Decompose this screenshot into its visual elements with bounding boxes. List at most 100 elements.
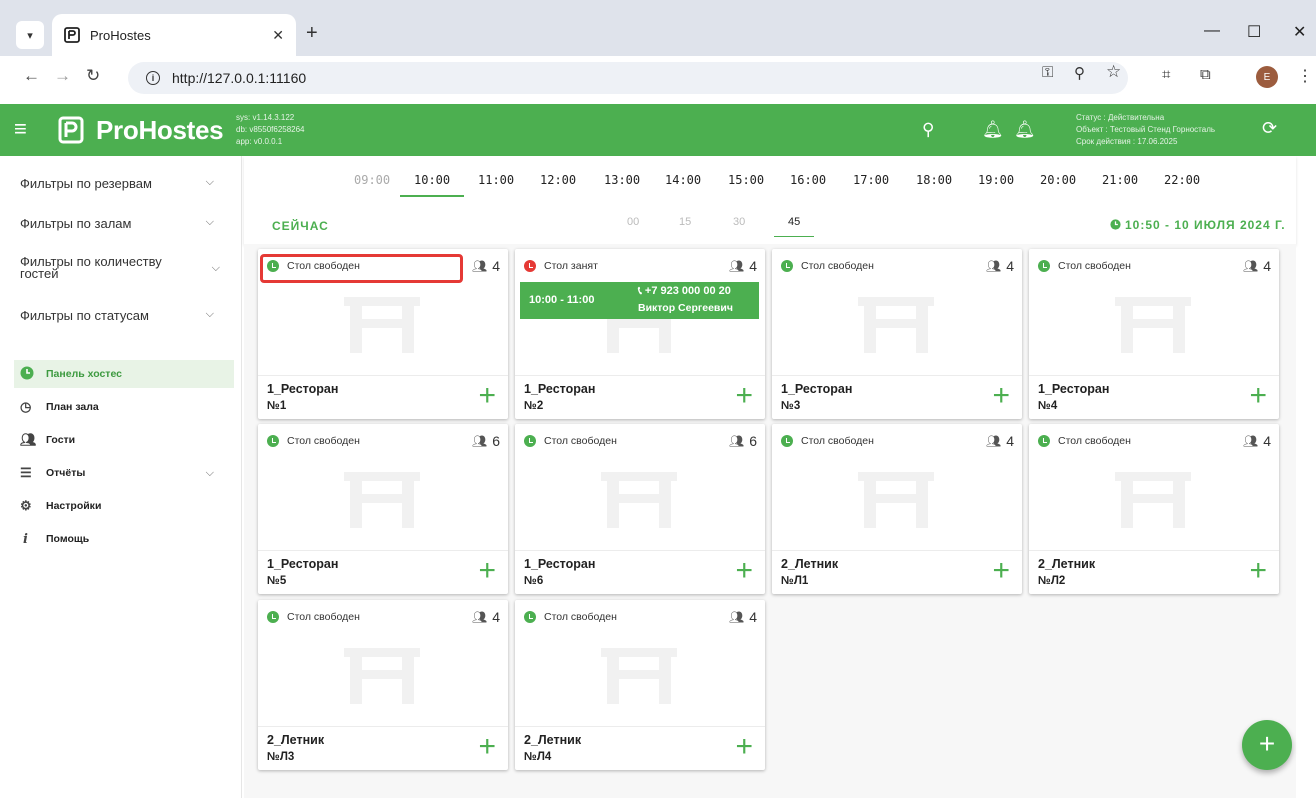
hour-tab[interactable]: 22:00 (1164, 173, 1200, 187)
hour-tab[interactable]: 13:00 (604, 173, 640, 187)
sidebar-item-floor-plan[interactable]: ◷ План зала (20, 393, 234, 421)
bell-icon[interactable]: 🔔︎ (1014, 120, 1036, 140)
hour-tab[interactable]: 10:00 (400, 173, 465, 197)
maximize-icon[interactable]: ☐ (1247, 22, 1261, 42)
search-icon[interactable]: ⚲ (922, 120, 934, 140)
guest-capacity: 👥︎ 4 (986, 433, 1014, 449)
add-reservation-button[interactable]: + (992, 381, 1010, 411)
tab-search-chevron-icon[interactable]: ▾ (16, 21, 44, 49)
add-reservation-button[interactable]: + (992, 556, 1010, 586)
table-card-footer: 2_Летник №Л2 + (1029, 550, 1279, 594)
sidebar-item-help[interactable]: i Помощь (20, 525, 234, 553)
minute-tab[interactable]: 15 (679, 216, 691, 228)
extensions-icon[interactable]: ⧉ (1200, 66, 1211, 83)
hour-tab[interactable]: 14:00 (665, 173, 701, 187)
expiry-line: Срок действия : 17.06.2025 (1076, 137, 1178, 146)
status-dot-icon (267, 611, 279, 623)
gear-icon: ⚙ (20, 498, 32, 513)
bookmark-star-icon[interactable]: ☆ (1106, 62, 1121, 82)
profile-avatar[interactable]: E (1256, 66, 1278, 88)
hour-tab[interactable]: 09:00 (354, 173, 390, 187)
table-number: №Л3 (267, 751, 295, 763)
reservation-block[interactable]: 10:00 - 11:00 📞︎ +7 923 000 00 20 Виктор С… (520, 282, 759, 319)
hamburger-menu-icon[interactable]: ≡ (14, 118, 27, 140)
table-zone: 1_Ресторан (524, 382, 596, 396)
table-card[interactable]: Стол занят 👥︎ 4 10:00 - 11:00 📞︎ +7 923 000 … (515, 249, 765, 419)
hour-tab[interactable]: 20:00 (1040, 173, 1076, 187)
table-status: Стол свободен (1038, 260, 1131, 272)
nav-label: Настройки (46, 500, 102, 512)
add-reservation-button[interactable]: + (1249, 381, 1267, 411)
screenshot-icon[interactable]: ⌗ (1162, 66, 1170, 83)
browser-toolbar: ← → ↻ i http://127.0.0.1:11160 ⚿ ⚲ ☆ (0, 56, 1316, 100)
zoom-icon[interactable]: ⚲ (1074, 64, 1085, 82)
guest-count: 4 (492, 609, 500, 625)
password-key-icon[interactable]: ⚿ (1042, 64, 1053, 81)
guest-capacity: 👥︎ 4 (729, 258, 757, 274)
table-card[interactable]: Стол свободен 👥︎ 4 2_Летник №Л2 + (1029, 424, 1279, 594)
reload-icon[interactable]: ↻ (86, 66, 100, 86)
minute-tab[interactable]: 00 (627, 216, 639, 228)
status-text: Стол свободен (801, 260, 874, 272)
hour-tab[interactable]: 19:00 (978, 173, 1014, 187)
url-text[interactable]: http://127.0.0.1:11160 (172, 70, 306, 86)
filter-reservations[interactable]: Фильтры по резервам ⌵ (20, 176, 220, 191)
back-arrow-icon[interactable]: ← (23, 66, 40, 86)
table-status: Стол свободен (781, 260, 874, 272)
add-reservation-button[interactable]: + (735, 732, 753, 762)
table-card[interactable]: Стол свободен 👥︎ 4 1_Ресторан №4 + (1029, 249, 1279, 419)
object-line: Объект : Тестовый Стенд Горносталь (1076, 125, 1216, 134)
table-card[interactable]: Стол свободен 👥︎ 4 2_Летник №Л1 + (772, 424, 1022, 594)
plan-icon: ◷ (20, 399, 32, 414)
table-card[interactable]: Стол свободен 👥︎ 6 1_Ресторан №6 + (515, 424, 765, 594)
table-status: Стол свободен (524, 435, 617, 447)
hour-tab[interactable]: 17:00 (853, 173, 889, 187)
sidebar-item-settings[interactable]: ⚙ Настройки (20, 492, 234, 520)
now-button[interactable]: СЕЙЧАС (272, 219, 329, 233)
table-card[interactable]: Стол свободен 👥︎ 6 1_Ресторан №5 + (258, 424, 508, 594)
table-number: №Л1 (781, 575, 809, 587)
guest-capacity: 👥︎ 4 (729, 609, 757, 625)
hour-tab[interactable]: 15:00 (728, 173, 764, 187)
table-card[interactable]: Стол свободен 👥︎ 4 2_Летник №Л3 + (258, 600, 508, 770)
nav-label: Помощь (46, 533, 90, 545)
hour-tab[interactable]: 11:00 (478, 173, 514, 187)
bell-add-icon[interactable]: 🔔︎ (982, 120, 1004, 140)
hour-tab[interactable]: 18:00 (916, 173, 952, 187)
filter-statuses[interactable]: Фильтры по статусам ⌵ (20, 308, 220, 323)
add-reservation-fab[interactable]: + (1242, 720, 1292, 770)
table-zone: 1_Ресторан (267, 382, 339, 396)
table-illustration-icon (1115, 472, 1191, 528)
window-close-icon[interactable]: ✕ (1293, 22, 1306, 42)
address-bar[interactable]: i http://127.0.0.1:11160 (128, 62, 1128, 94)
browser-tab[interactable]: ProHostes ✕ (52, 14, 296, 56)
forward-arrow-icon[interactable]: → (54, 66, 71, 86)
refresh-icon[interactable]: ⟳ (1262, 118, 1277, 139)
info-icon: i (23, 531, 28, 547)
sidebar-item-hostess-panel[interactable]: Панель хостес (14, 360, 234, 388)
table-card[interactable]: Стол свободен 👥︎ 4 1_Ресторан №1 + (258, 249, 508, 419)
table-card[interactable]: Стол свободен 👥︎ 4 1_Ресторан №3 + (772, 249, 1022, 419)
add-reservation-button[interactable]: + (478, 381, 496, 411)
add-reservation-button[interactable]: + (478, 556, 496, 586)
filter-halls[interactable]: Фильтры по залам ⌵ (20, 216, 220, 231)
new-tab-icon[interactable]: + (306, 23, 318, 43)
table-card[interactable]: Стол свободен 👥︎ 4 2_Летник №Л4 + (515, 600, 765, 770)
site-info-icon[interactable]: i (146, 71, 160, 85)
minute-tab[interactable]: 30 (733, 216, 745, 228)
add-reservation-button[interactable]: + (735, 381, 753, 411)
hour-tab[interactable]: 21:00 (1102, 173, 1138, 187)
license-status: Статус : Действительна Объект : Тестовый… (1076, 112, 1215, 148)
filter-guest-count[interactable]: Фильтры по количеству гостей ⌵ (20, 255, 220, 280)
sidebar-item-guests[interactable]: 👥︎ Гости (20, 426, 234, 454)
add-reservation-button[interactable]: + (735, 556, 753, 586)
sidebar-item-reports[interactable]: ☰ Отчёты ⌵ (20, 459, 234, 487)
add-reservation-button[interactable]: + (478, 732, 496, 762)
minute-tab[interactable]: 45 (774, 216, 815, 237)
browser-menu-icon[interactable]: ⋮ (1297, 66, 1313, 86)
hour-tab[interactable]: 16:00 (790, 173, 826, 187)
add-reservation-button[interactable]: + (1249, 556, 1267, 586)
minimize-icon[interactable]: — (1204, 22, 1220, 40)
hour-tab[interactable]: 12:00 (540, 173, 576, 187)
tab-close-icon[interactable]: ✕ (272, 27, 284, 44)
